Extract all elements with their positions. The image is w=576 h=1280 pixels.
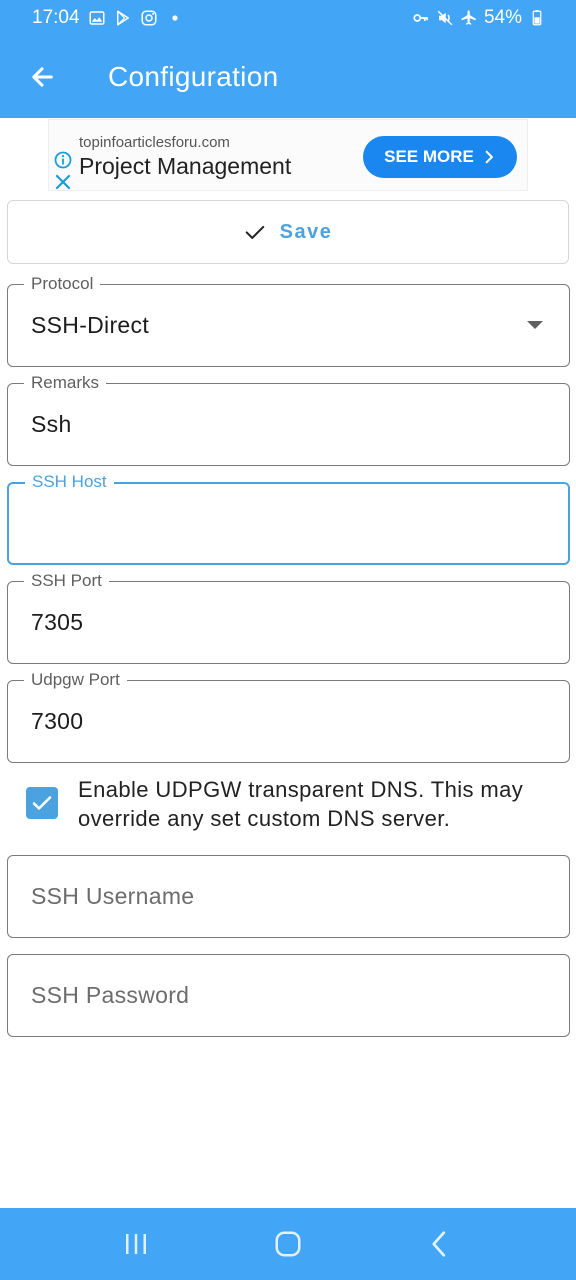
play-store-icon [114, 9, 132, 27]
recents-icon [126, 1234, 146, 1254]
mute-icon [436, 9, 454, 27]
status-bar: 17:04 54% [0, 0, 576, 36]
ad-url: topinfoarticlesforu.com [79, 134, 230, 151]
save-button[interactable]: Save [7, 200, 569, 264]
gallery-icon [88, 9, 106, 27]
udpgw-port-value[interactable]: 7300 [31, 708, 83, 735]
protocol-label: Protocol [24, 273, 101, 295]
check-icon [245, 225, 264, 239]
page-title: Configuration [108, 61, 279, 92]
ssh-port-label: SSH Port [24, 570, 109, 592]
airplane-icon [460, 9, 478, 27]
status-time: 17:04 [32, 7, 80, 28]
remarks-value[interactable]: Ssh [31, 411, 72, 438]
recents-button[interactable] [106, 1214, 166, 1274]
ssh-password-placeholder[interactable]: SSH Password [31, 982, 189, 1009]
back-button[interactable] [0, 36, 84, 118]
ad-headline[interactable]: Project Management [79, 153, 291, 180]
battery-percent: 54% [483, 7, 522, 28]
ad-see-more-button[interactable]: SEE MORE [363, 136, 517, 178]
instagram-icon [140, 9, 158, 27]
remarks-field[interactable]: Remarks Ssh [7, 372, 570, 466]
dot-icon [166, 9, 184, 27]
home-icon [275, 1231, 301, 1257]
udpgw-dns-label[interactable]: Enable UDPGW transparent DNS. This may o… [78, 775, 566, 833]
ssh-password-field[interactable]: SSH Password [7, 954, 570, 1037]
close-icon[interactable] [54, 173, 72, 191]
checkmark-icon [32, 796, 52, 810]
remarks-label: Remarks [24, 372, 107, 394]
back-icon [432, 1231, 446, 1257]
ssh-host-label: SSH Host [25, 471, 114, 493]
udpgw-dns-option[interactable]: Enable UDPGW transparent DNS. This may o… [26, 774, 566, 834]
udpgw-port-label: Udpgw Port [24, 669, 127, 691]
save-label: Save [279, 220, 333, 243]
info-icon[interactable] [54, 151, 72, 169]
status-right: 54% [412, 7, 546, 29]
ssh-host-field[interactable]: SSH Host [7, 471, 570, 565]
ssh-port-value[interactable]: 7305 [31, 609, 83, 636]
home-button[interactable] [258, 1214, 318, 1274]
protocol-select[interactable]: Protocol SSH-Direct [7, 273, 570, 367]
battery-icon [528, 9, 546, 27]
ssh-username-field[interactable]: SSH Username [7, 855, 570, 938]
chevron-right-icon [485, 150, 493, 164]
ad-cta-label: SEE MORE [384, 147, 474, 166]
ssh-port-field[interactable]: SSH Port 7305 [7, 570, 570, 664]
protocol-value: SSH-Direct [31, 312, 150, 338]
udpgw-dns-checkbox[interactable] [26, 787, 58, 819]
udpgw-port-field[interactable]: Udpgw Port 7300 [7, 669, 570, 763]
ssh-username-placeholder[interactable]: SSH Username [31, 883, 194, 910]
ad-banner[interactable]: topinfoarticlesforu.com Project Manageme… [48, 119, 528, 191]
nav-back-button[interactable] [410, 1214, 470, 1274]
app-bar: Configuration [0, 36, 576, 118]
status-left: 17:04 [32, 7, 184, 29]
arrow-back-icon [32, 67, 53, 87]
dropdown-arrow-icon [527, 321, 543, 329]
vpn-key-icon [412, 9, 430, 27]
system-nav-bar [0, 1208, 576, 1280]
